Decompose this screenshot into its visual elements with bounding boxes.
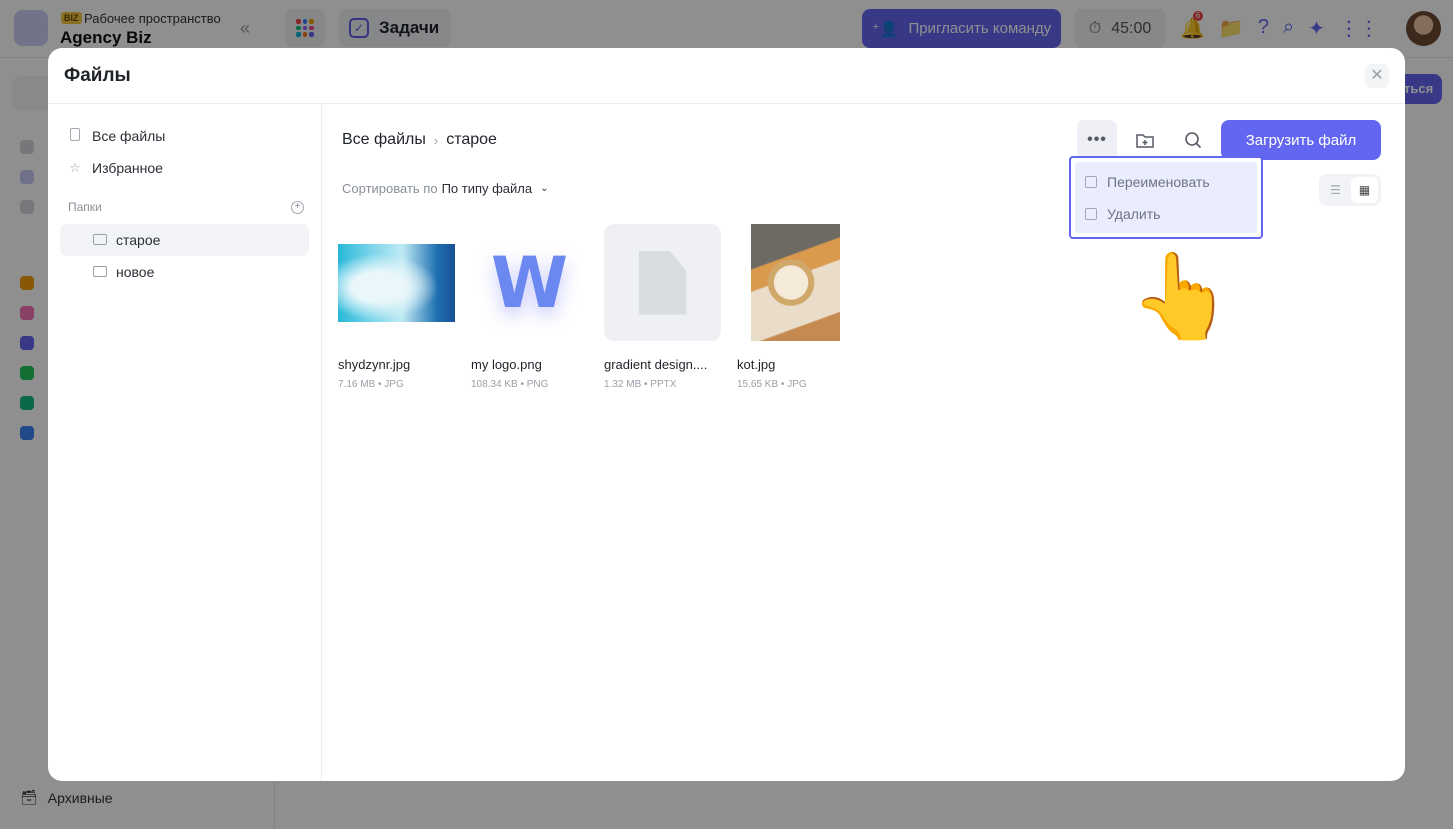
breadcrumb-root[interactable]: Все файлы xyxy=(342,131,426,149)
sort-selector[interactable]: Сортировать по По типу файла ⌄ xyxy=(342,181,549,196)
grid-view-button[interactable]: ▦ xyxy=(1351,177,1378,203)
breadcrumb: Все файлы › старое xyxy=(342,131,497,149)
image-preview xyxy=(751,224,840,341)
file-icon xyxy=(68,128,82,144)
folder-icon xyxy=(93,234,107,245)
folders-heading-label: Папки xyxy=(68,200,102,214)
upload-file-button[interactable]: Загрузить файл xyxy=(1221,120,1381,160)
file-thumbnail: W xyxy=(471,224,588,341)
folder-plus-icon xyxy=(1136,134,1154,148)
close-button[interactable]: ✕ xyxy=(1365,64,1389,88)
folder-icon xyxy=(93,266,107,277)
folder-item-old[interactable]: старое xyxy=(60,224,309,256)
file-meta: 15.65 KB • JPG xyxy=(737,379,807,390)
context-menu-body: Переименовать Удалить xyxy=(1075,162,1257,233)
file-card[interactable]: kot.jpg 15.65 KB • JPG xyxy=(737,224,854,390)
context-menu: Переименовать Удалить xyxy=(1069,156,1263,239)
file-thumbnail xyxy=(604,224,721,341)
file-card[interactable]: gradient design.... 1.32 MB • PPTX xyxy=(604,224,721,390)
file-grid: shydzynr.jpg 7.16 MB • JPG W my logo.png… xyxy=(338,224,854,390)
folder-label: новое xyxy=(116,264,155,280)
more-horizontal-icon: ••• xyxy=(1087,131,1107,148)
chevron-down-icon: ⌄ xyxy=(540,183,549,194)
document-icon xyxy=(638,250,687,315)
files-modal: Файлы ✕ Все файлы ☆ Избранное Папки + ст… xyxy=(48,48,1405,781)
file-name: gradient design.... xyxy=(604,357,708,372)
folders-heading: Папки + xyxy=(68,200,304,214)
modal-header: Файлы ✕ xyxy=(48,48,1405,104)
rename-menu-item[interactable]: Переименовать xyxy=(1075,166,1257,198)
search-icon xyxy=(1185,132,1202,149)
pointing-hand-icon: 👆 xyxy=(1129,249,1234,343)
list-view-button[interactable]: ☰ xyxy=(1322,177,1349,203)
search-button[interactable] xyxy=(1173,120,1213,160)
files-sidebar: Все файлы ☆ Избранное Папки + старое нов… xyxy=(48,104,322,781)
view-toggle: ☰ ▦ xyxy=(1319,174,1381,206)
sidebar-item-all-files[interactable]: Все файлы xyxy=(68,124,165,148)
file-meta: 1.32 MB • PPTX xyxy=(604,379,677,390)
logo-preview: W xyxy=(490,241,569,324)
new-folder-button[interactable] xyxy=(1125,120,1165,160)
rename-label: Переименовать xyxy=(1107,174,1210,190)
more-options-button[interactable]: ••• xyxy=(1077,120,1117,160)
sort-value: По типу файла xyxy=(441,181,533,196)
file-name: my logo.png xyxy=(471,357,542,372)
file-card[interactable]: W my logo.png 108.34 KB • PNG xyxy=(471,224,588,390)
file-thumbnail xyxy=(338,224,455,341)
close-icon: ✕ xyxy=(1370,67,1384,84)
folder-label: старое xyxy=(116,232,161,248)
files-main: Все файлы › старое Сортировать по По тип… xyxy=(322,104,1405,781)
chevron-right-icon: › xyxy=(433,132,439,148)
image-preview xyxy=(338,243,455,322)
breadcrumb-current: старое xyxy=(446,131,497,148)
sidebar-item-favorites[interactable]: ☆ Избранное xyxy=(68,156,163,180)
star-icon: ☆ xyxy=(69,160,81,175)
sidebar-item-label: Все файлы xyxy=(92,128,166,144)
file-thumbnail xyxy=(737,224,854,341)
file-meta: 7.16 MB • JPG xyxy=(338,379,404,390)
file-name: shydzynr.jpg xyxy=(338,357,411,372)
folder-item-new[interactable]: новое xyxy=(60,256,309,288)
sidebar-item-label: Избранное xyxy=(92,160,163,176)
file-meta: 108.34 KB • PNG xyxy=(471,379,549,390)
grid-icon: ▦ xyxy=(1358,183,1371,197)
file-card[interactable]: shydzynr.jpg 7.16 MB • JPG xyxy=(338,224,455,390)
sort-label: Сортировать по xyxy=(342,181,438,196)
delete-label: Удалить xyxy=(1107,206,1161,222)
trash-icon xyxy=(1085,208,1097,220)
delete-menu-item[interactable]: Удалить xyxy=(1075,198,1257,230)
file-name: kot.jpg xyxy=(737,357,776,372)
list-icon: ☰ xyxy=(1330,183,1341,197)
edit-icon xyxy=(1085,176,1097,188)
modal-title: Файлы xyxy=(64,65,131,86)
add-folder-icon[interactable]: + xyxy=(291,200,304,214)
